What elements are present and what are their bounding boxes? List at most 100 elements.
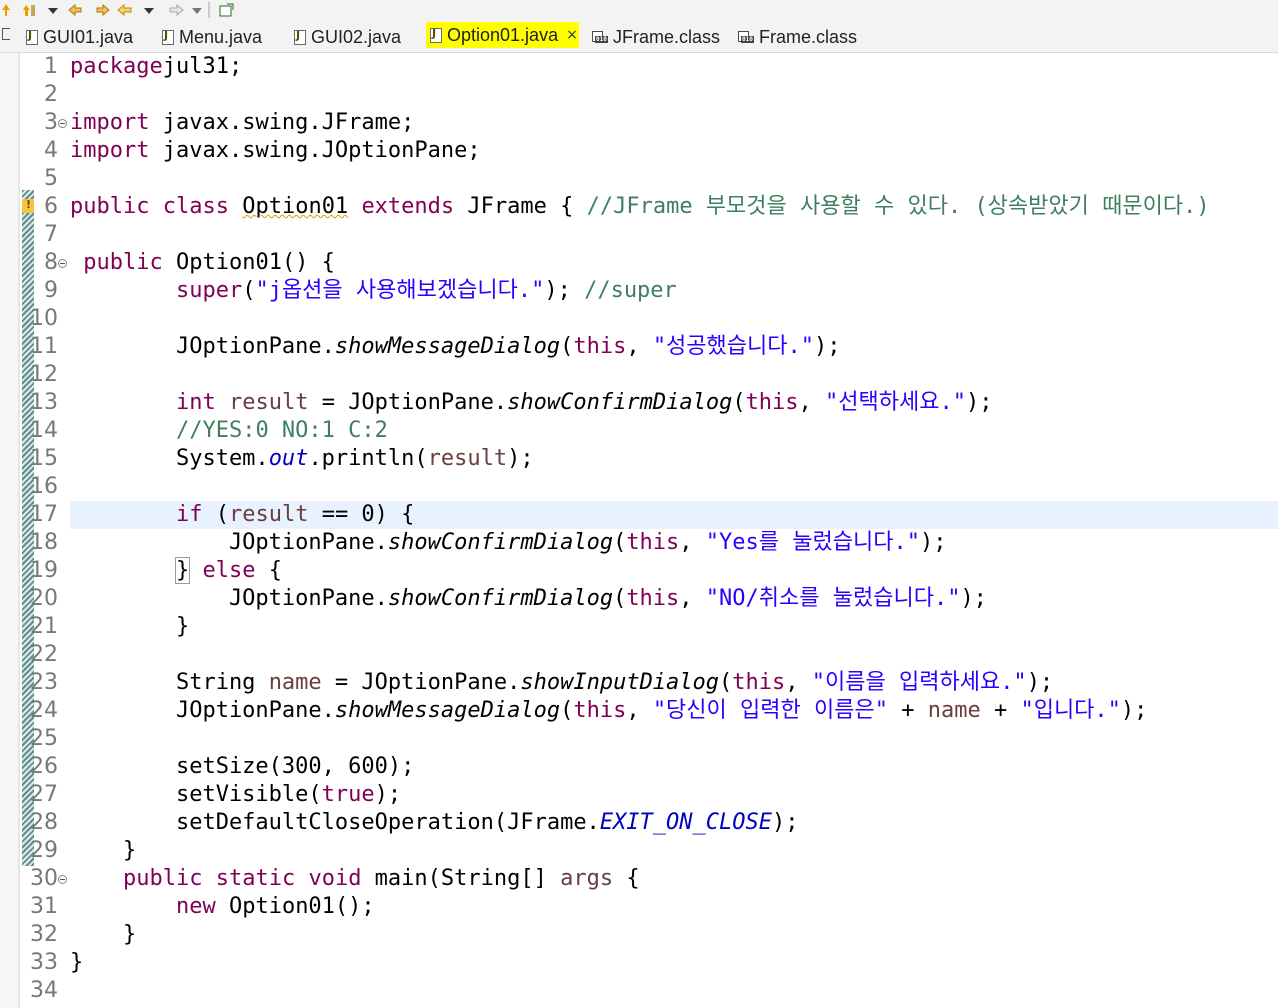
line-number: 22	[30, 642, 58, 667]
dropdown-icon[interactable]	[190, 2, 204, 18]
class-file-icon	[738, 30, 754, 44]
code-text: super("j옵션을 사용해보겠습니다."); //super	[175, 278, 677, 303]
code-line[interactable]: 24 JOptionPane.showMessageDialog(this, "…	[0, 697, 1278, 725]
fold-toggle-icon[interactable]	[58, 875, 67, 884]
code-line[interactable]: 11 JOptionPane.showMessageDialog(this, "…	[0, 333, 1278, 361]
tab-gui01-java[interactable]: GUI01.java	[26, 24, 133, 50]
code-text: JOptionPane.showConfirmDialog(this, "Yes…	[70, 530, 947, 555]
code-line[interactable]: 9 super("j옵션을 사용해보겠습니다."); //super	[0, 277, 1278, 305]
code-line[interactable]: 18 JOptionPane.showConfirmDialog(this, "…	[0, 529, 1278, 557]
code-line[interactable]: 28 setDefaultCloseOperation(JFrame.EXIT_…	[0, 809, 1278, 837]
java-file-icon	[294, 29, 306, 45]
code-line[interactable]: 19 } else {	[0, 557, 1278, 585]
code-editor[interactable]: 1 packagejul31; 2 3 import javax.swing.JFram…	[0, 53, 1278, 1008]
code-line[interactable]: 32 }	[0, 921, 1278, 949]
line-number: 26	[30, 754, 58, 779]
line-number: 15	[30, 446, 58, 471]
code-text: System.out.println(result);	[70, 446, 534, 471]
back-icon[interactable]	[117, 2, 135, 18]
fold-toggle-icon[interactable]	[58, 259, 67, 268]
line-number: 34	[30, 978, 58, 1003]
code-line[interactable]: 27 setVisible(true);	[0, 781, 1278, 809]
dropdown-icon[interactable]	[142, 2, 156, 18]
code-line[interactable]: 23 String name = JOptionPane.showInputDi…	[0, 669, 1278, 697]
line-number: 27	[30, 782, 58, 807]
line-number: 18	[30, 530, 58, 555]
line-number: 14	[30, 418, 58, 443]
line-number: 32	[30, 922, 58, 947]
code-text: public static void main(String[] args {	[122, 866, 640, 891]
code-line[interactable]: 29 }	[0, 837, 1278, 865]
up-arrow-icon[interactable]	[0, 2, 12, 18]
next-edit-icon[interactable]	[92, 2, 110, 18]
code-line[interactable]: 14 //YES:0 NO:1 C:2	[0, 417, 1278, 445]
java-file-icon	[430, 27, 442, 43]
forward-icon[interactable]	[166, 2, 184, 18]
code-line[interactable]: 3 import javax.swing.JFrame;	[0, 109, 1278, 137]
line-number: 8	[44, 250, 58, 275]
tab-gui02-java[interactable]: GUI02.java	[294, 24, 401, 50]
code-line[interactable]: 16	[0, 473, 1278, 501]
code-text: setVisible(true);	[70, 782, 402, 807]
fold-toggle-icon[interactable]	[58, 119, 67, 128]
code-line[interactable]: 8 public Option01() {	[0, 249, 1278, 277]
code-line[interactable]: 20 JOptionPane.showConfirmDialog(this, "…	[0, 585, 1278, 613]
line-number: 30	[30, 866, 58, 891]
line-number: 4	[44, 138, 58, 163]
code-line[interactable]: 10	[0, 305, 1278, 333]
code-line[interactable]: 22	[0, 641, 1278, 669]
code-line[interactable]: 33}	[0, 949, 1278, 977]
code-line[interactable]: 2	[0, 81, 1278, 109]
tab-jframe-class[interactable]: JFrame.class	[592, 24, 720, 50]
code-line[interactable]: 7	[0, 221, 1278, 249]
class-file-icon	[592, 30, 608, 44]
code-text: }	[70, 950, 84, 975]
code-text: int result = JOptionPane.showConfirmDial…	[175, 390, 993, 415]
code-line[interactable]: 6public class Option01 extends JFrame { …	[0, 193, 1278, 221]
code-line[interactable]: 13 int result = JOptionPane.showConfirmD…	[0, 389, 1278, 417]
tab-option01-java[interactable]: Option01.java ×	[426, 22, 579, 48]
code-line[interactable]: 26 setSize(300, 600);	[0, 753, 1278, 781]
code-text: if (result == 0) {	[175, 502, 415, 527]
toolbar	[0, 0, 1278, 20]
code-line[interactable]: 15 System.out.println(result);	[0, 445, 1278, 473]
line-number: 9	[44, 278, 58, 303]
close-tab-icon[interactable]: ×	[566, 27, 578, 43]
line-number: 20	[30, 586, 58, 611]
tab-label: Option01.java	[447, 24, 559, 45]
code-line[interactable]: 21 }	[0, 613, 1278, 641]
warning-marker-icon[interactable]	[22, 198, 34, 213]
code-text: }	[70, 838, 137, 863]
new-window-icon[interactable]	[218, 2, 236, 18]
code-text: }	[70, 614, 190, 639]
prev-edit-icon[interactable]	[68, 2, 86, 18]
java-file-icon	[162, 29, 174, 45]
code-line[interactable]: 31 new Option01();	[0, 893, 1278, 921]
line-number: 2	[44, 82, 58, 107]
up-level-icon[interactable]	[22, 2, 36, 18]
tab-menu-java[interactable]: Menu.java	[162, 24, 262, 50]
code-text: public Option01() {	[83, 250, 335, 275]
tab-label: Frame.class	[759, 26, 858, 47]
code-line[interactable]: 4 import javax.swing.JOptionPane;	[0, 137, 1278, 165]
code-text: setDefaultCloseOperation(JFrame.EXIT_ON_…	[70, 810, 799, 835]
code-text: import javax.swing.JFrame;	[70, 110, 415, 135]
code-line[interactable]: 12	[0, 361, 1278, 389]
code-line[interactable]: 25	[0, 725, 1278, 753]
code-line[interactable]: 17 if (result == 0) {	[0, 501, 1278, 529]
code-text: JOptionPane.showConfirmDialog(this, "NO/…	[70, 586, 987, 611]
java-file-icon	[26, 29, 38, 45]
code-line[interactable]: 30 public static void main(String[] args…	[0, 865, 1278, 893]
code-line[interactable]: 1 packagejul31;	[0, 53, 1278, 81]
line-number: 7	[44, 222, 58, 247]
line-number: 17	[30, 502, 58, 527]
dropdown-icon[interactable]	[46, 2, 60, 18]
line-number: 10	[30, 306, 58, 331]
line-number: 23	[30, 670, 58, 695]
code-text: import javax.swing.JOptionPane;	[70, 138, 481, 163]
line-number: 11	[30, 334, 58, 359]
tab-frame-class[interactable]: Frame.class	[738, 24, 857, 50]
code-line[interactable]: 5	[0, 165, 1278, 193]
code-line[interactable]: 34	[0, 977, 1278, 1005]
line-number: 31	[30, 894, 58, 919]
